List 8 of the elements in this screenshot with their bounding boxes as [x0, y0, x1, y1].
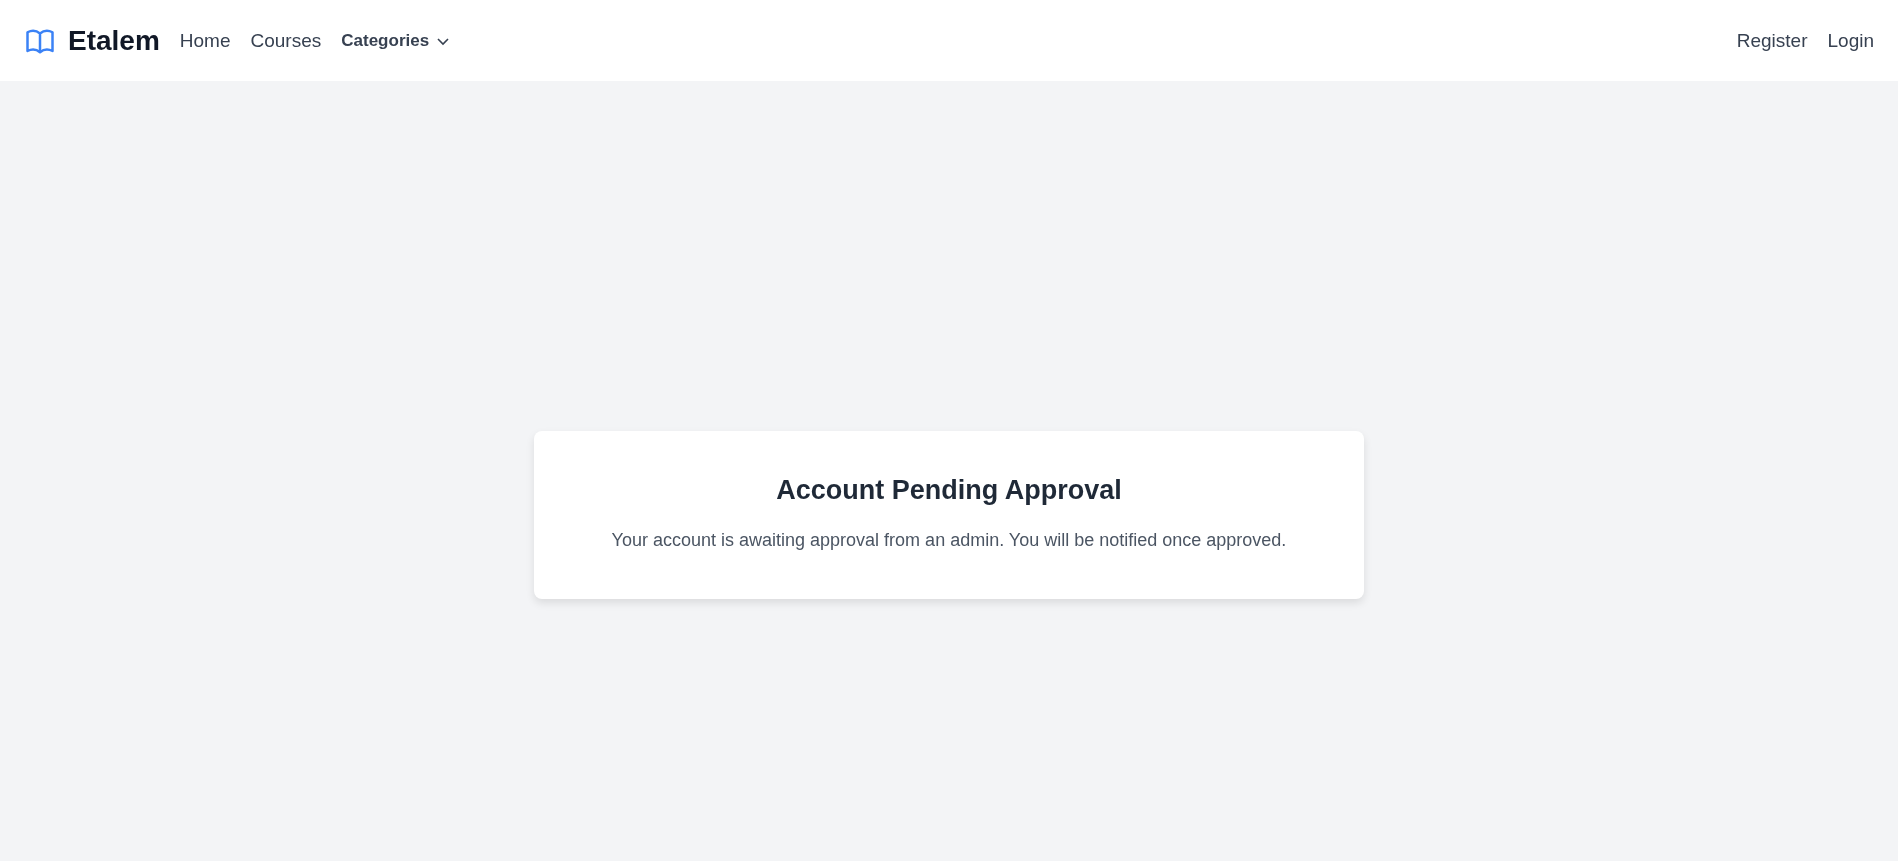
- nav-link[interactable]: Register: [1736, 29, 1808, 52]
- nav-link[interactable]: Login: [1827, 29, 1874, 52]
- card-message: Your account is awaiting approval from an admin. You will be notified once approved.: [611, 530, 1287, 551]
- brand-link[interactable]: Etalem: [68, 24, 160, 57]
- card-title: Account Pending Approval: [776, 475, 1122, 506]
- nav-link[interactable]: Courses: [250, 29, 322, 52]
- nav-link[interactable]: Home: [179, 29, 231, 52]
- categories-dropdown[interactable]: Categories: [341, 30, 452, 51]
